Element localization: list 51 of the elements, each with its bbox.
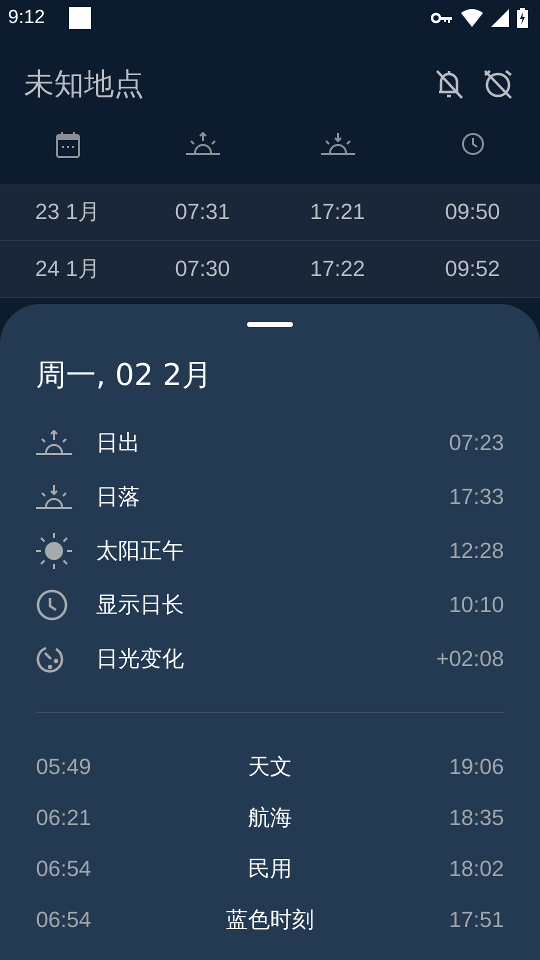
- sunrise-cell: 07:30: [174, 256, 230, 282]
- signal-icon: [491, 9, 509, 27]
- twilight-name: 民用: [248, 856, 292, 884]
- event-time: 17:33: [448, 484, 504, 510]
- twilight-start: 06:21: [36, 804, 92, 830]
- sunrise-icon: [186, 132, 220, 156]
- table-row[interactable]: 24 1月 07:30 17:22 09:52: [0, 241, 540, 298]
- clock-icon: [36, 589, 68, 621]
- event-label: 日出: [96, 430, 140, 458]
- event-time: 12:28: [448, 538, 504, 564]
- timer-icon: [36, 645, 64, 673]
- battery-icon: [517, 8, 528, 28]
- day-length-cell: 09:50: [444, 199, 500, 225]
- event-time: 07:23: [448, 430, 504, 456]
- event-label: 日落: [96, 484, 140, 512]
- location-title: 未知地点: [24, 66, 144, 104]
- wifi-icon: [461, 9, 483, 27]
- event-label: 太阳正午: [96, 538, 184, 566]
- clock-icon: [460, 132, 484, 156]
- sun-icon: [36, 533, 72, 569]
- event-time: 10:10: [448, 592, 504, 618]
- day-length-cell: 09:52: [444, 256, 500, 282]
- sunrise-cell: 07:31: [174, 199, 230, 225]
- twilight-end: 18:02: [448, 856, 504, 882]
- event-label: 显示日长: [96, 592, 184, 620]
- key-icon: [431, 12, 453, 24]
- sunset-icon: [320, 132, 354, 156]
- sunset-cell: 17:21: [310, 199, 366, 225]
- twilight-name: 航海: [248, 804, 292, 832]
- twilight-start: 05:49: [36, 754, 92, 780]
- sunset-cell: 17:22: [310, 256, 366, 282]
- notifications-off-icon[interactable]: [434, 68, 464, 100]
- date-cell-text: 24 1月: [35, 255, 100, 283]
- twilight-name: 蓝色时刻: [226, 906, 314, 934]
- sunrise-icon: [36, 430, 72, 456]
- twilight-end: 17:51: [448, 906, 504, 932]
- sunset-icon: [36, 484, 72, 510]
- calendar-icon: [56, 132, 80, 158]
- selected-date: 周一, 02 2月: [36, 357, 213, 395]
- twilight-start: 06:54: [36, 906, 92, 932]
- twilight-start: 06:54: [36, 856, 92, 882]
- drag-handle[interactable]: [247, 322, 293, 327]
- event-time: +02:08: [436, 646, 504, 672]
- status-time: 9:12: [8, 7, 45, 29]
- twilight-name: 天文: [248, 754, 292, 782]
- alarm-off-icon[interactable]: [482, 68, 514, 100]
- date-cell-text: 23 1月: [35, 198, 100, 226]
- twilight-end: 18:35: [448, 804, 504, 830]
- event-label: 日光变化: [96, 646, 184, 674]
- twilight-end: 19:06: [448, 754, 504, 780]
- table-row[interactable]: 23 1月 07:31 17:21 09:50: [0, 184, 540, 241]
